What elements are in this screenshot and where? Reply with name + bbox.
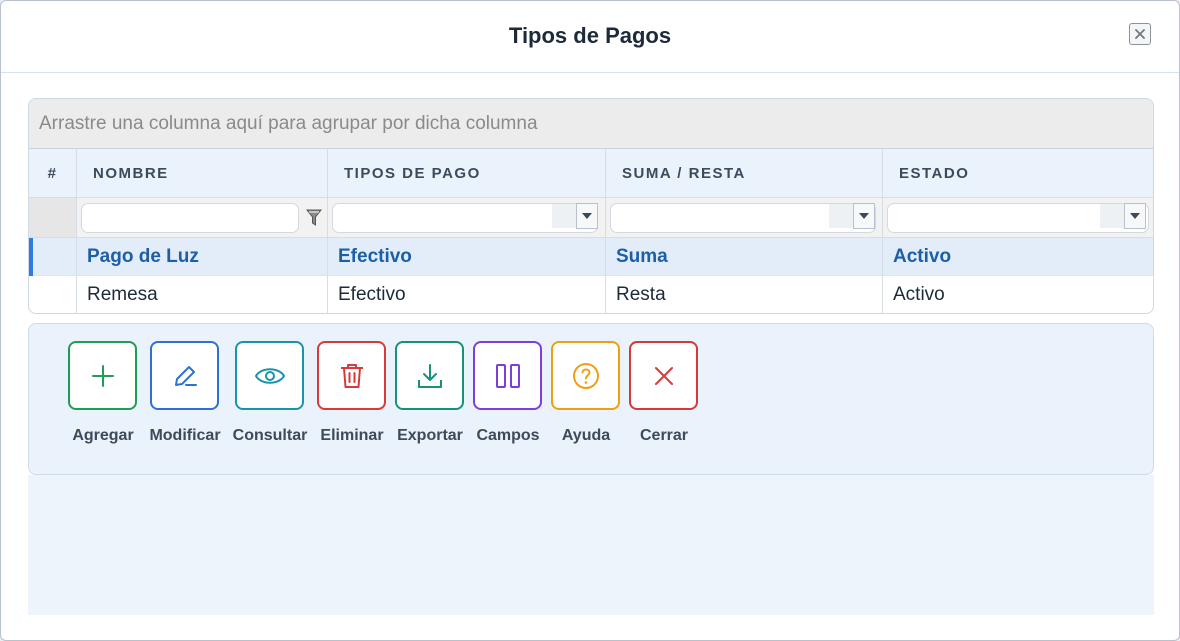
table-row[interactable]: Remesa Efectivo Resta Activo: [29, 276, 1153, 313]
filter-cell-suma-resta: [606, 198, 883, 237]
filter-dropdown-estado[interactable]: [1100, 203, 1146, 229]
column-header-tipos-de-pago[interactable]: TIPOS DE PAGO: [328, 149, 606, 197]
download-icon: [417, 363, 442, 388]
filter-cell-nombre: [77, 198, 328, 237]
column-header-suma-resta[interactable]: SUMA / RESTA: [606, 149, 883, 197]
chevron-down-icon: [582, 213, 592, 219]
column-header-nombre[interactable]: NOMBRE: [77, 149, 328, 197]
tipos-de-pagos-dialog: Tipos de Pagos Arrastre una columna aquí…: [0, 0, 1180, 641]
data-grid: Arrastre una columna aquí para agrupar p…: [28, 98, 1154, 314]
filter-dropdown-suma-resta[interactable]: [829, 203, 875, 229]
columns-icon: [495, 363, 520, 388]
table-row[interactable]: Pago de Luz Efectivo Suma Activo: [29, 238, 1153, 276]
grid-header-row: # NOMBRE TIPOS DE PAGO SUMA / RESTA ESTA…: [29, 149, 1153, 198]
view-button[interactable]: [235, 341, 304, 410]
close-button[interactable]: [629, 341, 698, 410]
fields-button[interactable]: [473, 341, 542, 410]
filter-input-nombre[interactable]: [81, 203, 299, 233]
chevron-down-icon: [859, 213, 869, 219]
cell-estado[interactable]: Activo: [883, 276, 1153, 313]
filter-dropdown-tipos-de-pago[interactable]: [552, 203, 598, 229]
column-header-index[interactable]: #: [29, 149, 77, 197]
chevron-down-icon: [1130, 213, 1140, 219]
row-index-cell: [29, 238, 77, 275]
pencil-icon: [174, 365, 197, 386]
modify-button[interactable]: [150, 341, 219, 410]
close-icon: [654, 366, 673, 385]
dialog-header: Tipos de Pagos: [1, 1, 1179, 73]
group-panel[interactable]: Arrastre una columna aquí para agrupar p…: [29, 99, 1153, 149]
filter-cell-tipos-de-pago: [328, 198, 606, 237]
empty-content-area: [28, 475, 1154, 615]
filter-funnel-icon[interactable]: [306, 209, 322, 227]
plus-icon: [91, 364, 114, 387]
grid-filter-row: [29, 198, 1153, 238]
close-button-label: Cerrar: [639, 427, 689, 444]
export-button[interactable]: [395, 341, 464, 410]
action-toolbar: Agregar Modificar Consultar Eliminar Exp…: [28, 323, 1154, 475]
cell-suma-resta[interactable]: Suma: [606, 238, 883, 275]
cell-tipo[interactable]: Efectivo: [328, 238, 606, 275]
help-icon: [572, 362, 599, 389]
dialog-close-button[interactable]: [1129, 23, 1151, 45]
cell-nombre[interactable]: Pago de Luz: [77, 238, 328, 275]
row-index-cell: [29, 276, 77, 313]
trash-icon: [340, 363, 363, 388]
filter-cell-index: [29, 198, 77, 237]
cell-suma-resta[interactable]: Resta: [606, 276, 883, 313]
cell-tipo[interactable]: Efectivo: [328, 276, 606, 313]
close-icon: [1135, 29, 1145, 39]
dialog-title: Tipos de Pagos: [508, 23, 672, 48]
cell-nombre[interactable]: Remesa: [77, 276, 328, 313]
column-header-estado[interactable]: ESTADO: [883, 149, 1153, 197]
delete-button[interactable]: [317, 341, 386, 410]
filter-cell-estado: [883, 198, 1153, 237]
eye-icon: [254, 367, 285, 384]
help-button[interactable]: [551, 341, 620, 410]
cell-estado[interactable]: Activo: [883, 238, 1153, 275]
add-button[interactable]: [68, 341, 137, 410]
